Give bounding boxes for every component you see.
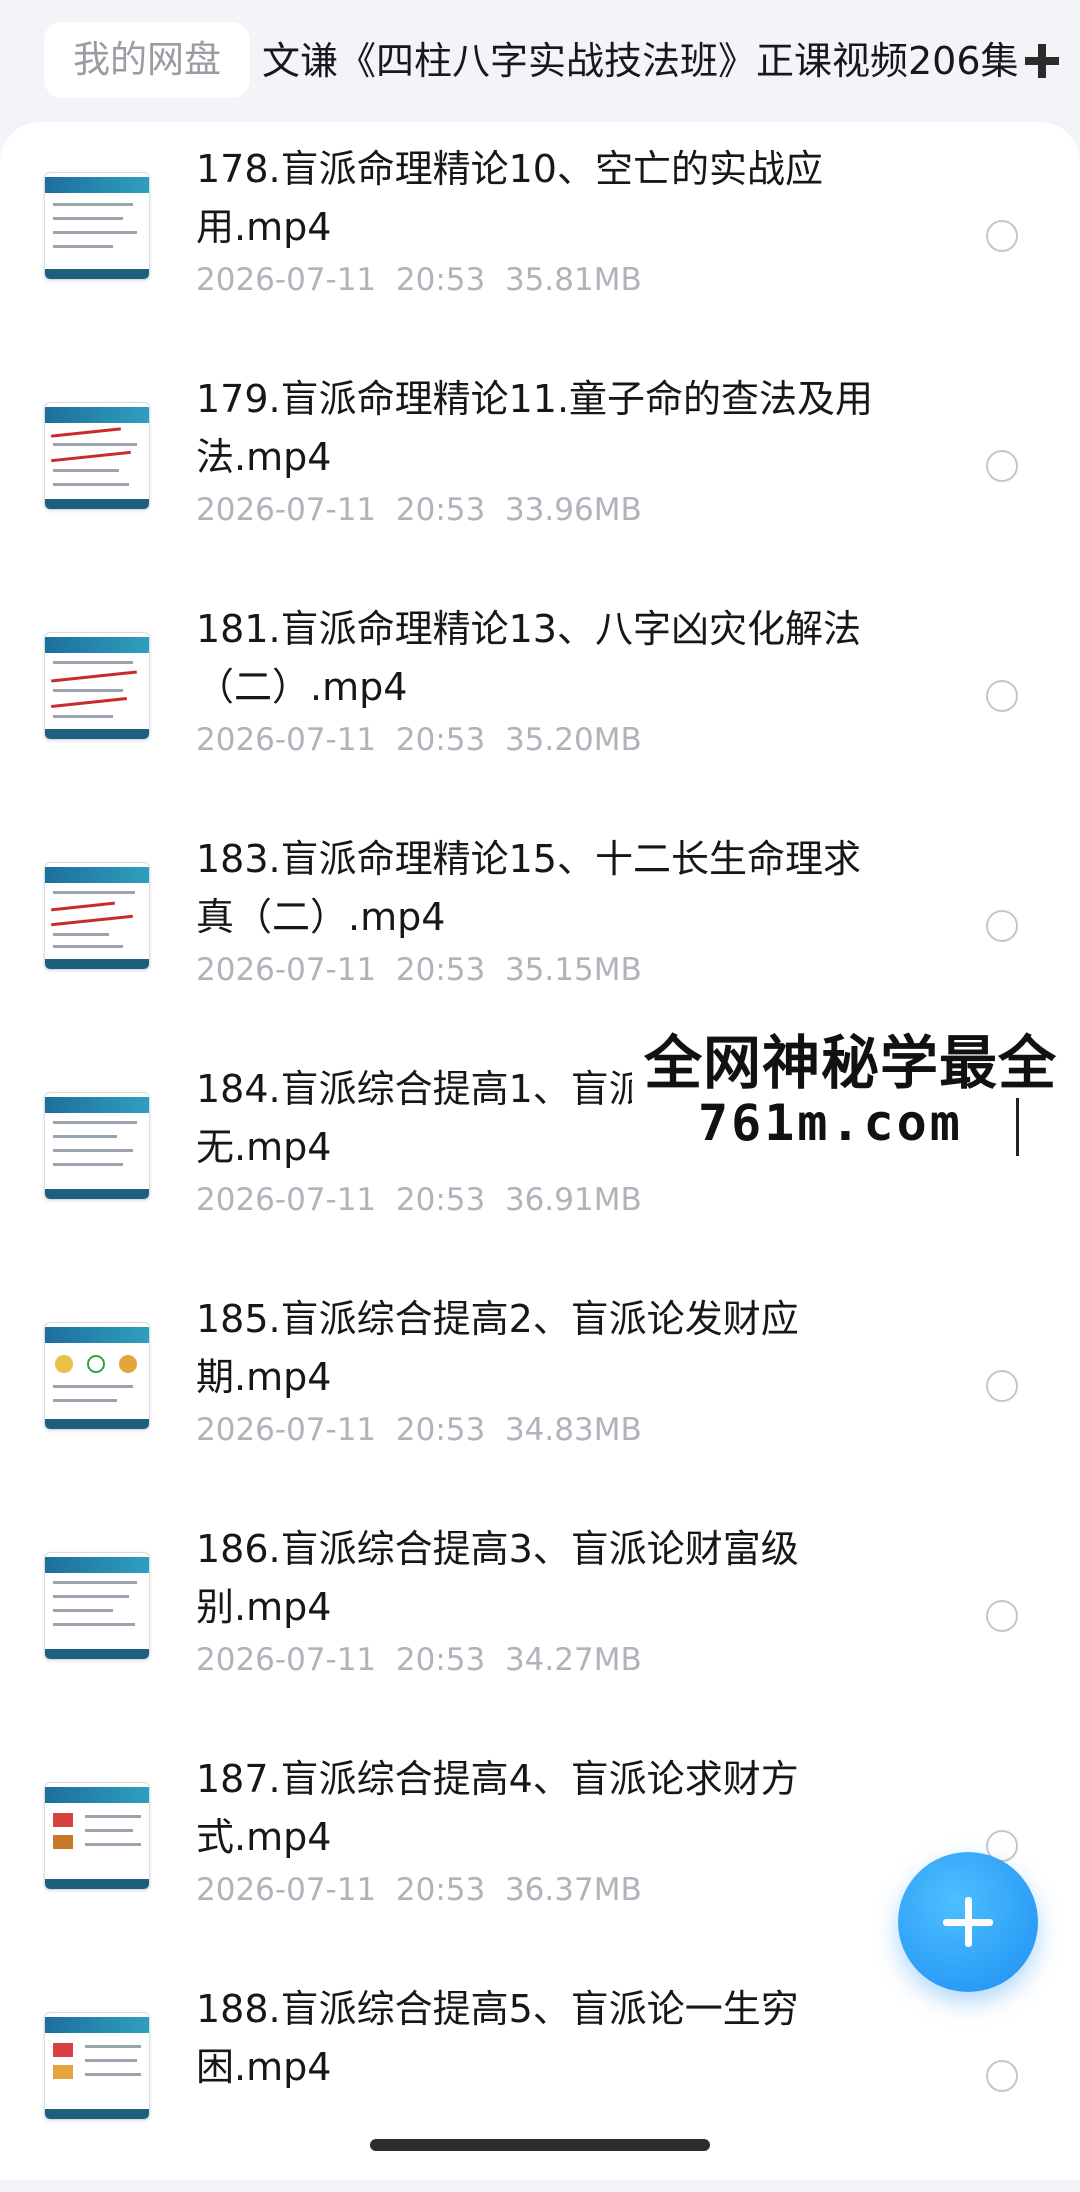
my-drive-tab[interactable]: 我的网盘 — [44, 22, 250, 98]
file-date: 2026-07-11 — [196, 952, 377, 988]
video-thumbnail — [44, 1782, 150, 1890]
select-radio[interactable] — [986, 2060, 1018, 2092]
file-name[interactable]: 178.盲派命理精论10、空亡的实战应用.mp4 — [196, 140, 896, 256]
select-radio[interactable] — [986, 910, 1018, 942]
file-time: 20:53 — [395, 1642, 486, 1678]
file-time: 20:53 — [395, 1412, 486, 1448]
video-thumbnail — [44, 862, 150, 970]
file-row[interactable]: 188.盲派综合提高5、盲派论一生穷困.mp4 — [0, 1962, 1080, 2192]
video-thumbnail — [44, 2012, 150, 2120]
watermark-text: 全网神秘学最全 — [644, 1029, 1058, 1097]
file-time: 20:53 — [395, 952, 486, 988]
file-row[interactable]: 181.盲派命理精论13、八字凶灾化解法（二）.mp4 2026-07-11 2… — [0, 582, 1080, 812]
file-size: 33.96MB — [504, 492, 642, 528]
home-indicator[interactable] — [370, 2139, 710, 2151]
video-thumbnail — [44, 632, 150, 740]
top-bar: 我的网盘 文谦《四柱八字实战技法班》正课视频206集 — [0, 0, 1080, 130]
plus-icon[interactable] — [1024, 44, 1059, 78]
file-row[interactable]: 186.盲派综合提高3、盲派论财富级别.mp4 2026-07-11 20:53… — [0, 1502, 1080, 1732]
file-meta: 2026-07-11 20:53 35.15MB — [196, 950, 642, 990]
text-cursor — [1016, 1098, 1019, 1156]
video-thumbnail — [44, 1092, 150, 1200]
file-meta: 2026-07-11 20:53 34.83MB — [196, 1410, 642, 1450]
file-row[interactable]: 185.盲派综合提高2、盲派论发财应期.mp4 2026-07-11 20:53… — [0, 1272, 1080, 1502]
select-radio[interactable] — [986, 1600, 1018, 1632]
breadcrumb[interactable]: 文谦《四柱八字实战技法班》正课视频206集 — [262, 26, 1080, 96]
add-fab-button[interactable] — [898, 1852, 1038, 1992]
video-thumbnail — [44, 172, 150, 280]
file-name[interactable]: 185.盲派综合提高2、盲派论发财应期.mp4 — [196, 1290, 896, 1406]
file-meta: 2026-07-11 20:53 35.20MB — [196, 720, 642, 760]
file-meta: 2026-07-11 20:53 34.27MB — [196, 1640, 642, 1680]
file-meta: 2026-07-11 20:53 35.81MB — [196, 260, 642, 300]
file-size: 36.37MB — [504, 1872, 642, 1908]
file-row[interactable]: 178.盲派命理精论10、空亡的实战应用.mp4 2026-07-11 20:5… — [0, 122, 1080, 352]
file-date: 2026-07-11 — [196, 1872, 377, 1908]
file-date: 2026-07-11 — [196, 1182, 377, 1218]
select-radio[interactable] — [986, 450, 1018, 482]
watermark-url: 761m.com — [698, 1094, 963, 1152]
file-name[interactable]: 186.盲派综合提高3、盲派论财富级别.mp4 — [196, 1520, 896, 1636]
file-date: 2026-07-11 — [196, 722, 377, 758]
file-meta: 2026-07-11 20:53 36.91MB — [196, 1180, 642, 1220]
file-time: 20:53 — [395, 262, 486, 298]
file-date: 2026-07-11 — [196, 492, 377, 528]
file-date: 2026-07-11 — [196, 1412, 377, 1448]
video-thumbnail — [44, 1322, 150, 1430]
file-date: 2026-07-11 — [196, 262, 377, 298]
file-meta: 2026-07-11 20:53 33.96MB — [196, 490, 642, 530]
file-time: 20:53 — [395, 1872, 486, 1908]
file-time: 20:53 — [395, 492, 486, 528]
file-time: 20:53 — [395, 722, 486, 758]
file-size: 36.91MB — [504, 1182, 642, 1218]
file-name[interactable]: 183.盲派命理精论15、十二长生命理求真（二）.mp4 — [196, 830, 896, 946]
file-name-line2: 无.mp4 — [196, 1125, 332, 1169]
file-name[interactable]: 187.盲派综合提高4、盲派论求财方式.mp4 — [196, 1750, 896, 1866]
file-size: 34.27MB — [504, 1642, 642, 1678]
file-name[interactable]: 188.盲派综合提高5、盲派论一生穷困.mp4 — [196, 1980, 896, 2096]
select-radio[interactable] — [986, 220, 1018, 252]
video-thumbnail — [44, 402, 150, 510]
video-thumbnail — [44, 1552, 150, 1660]
watermark-overlay: 全网神秘学最全 761m.com — [632, 1004, 1080, 1168]
breadcrumb-folder[interactable]: 文谦《四柱八字实战技法班》正课视频206集 — [262, 39, 1019, 83]
file-size: 35.15MB — [504, 952, 642, 988]
file-name[interactable]: 181.盲派命理精论13、八字凶灾化解法（二）.mp4 — [196, 600, 896, 716]
file-date: 2026-07-11 — [196, 1642, 377, 1678]
select-radio[interactable] — [986, 1370, 1018, 1402]
select-radio[interactable] — [986, 680, 1018, 712]
file-row[interactable]: 179.盲派命理精论11.童子命的查法及用法.mp4 2026-07-11 20… — [0, 352, 1080, 582]
file-name[interactable]: 179.盲派命理精论11.童子命的查法及用法.mp4 — [196, 370, 896, 486]
file-name-line1: 184.盲派综合提高1、盲派 — [196, 1067, 647, 1111]
file-size: 34.83MB — [504, 1412, 642, 1448]
file-time: 20:53 — [395, 1182, 486, 1218]
file-size: 35.20MB — [504, 722, 642, 758]
file-meta: 2026-07-11 20:53 36.37MB — [196, 1870, 642, 1910]
file-size: 35.81MB — [504, 262, 642, 298]
